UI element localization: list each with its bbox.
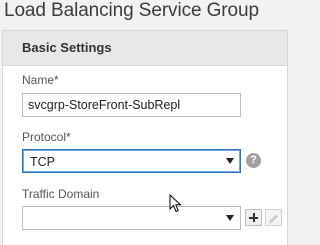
chevron-down-icon [226,215,234,221]
panel-title: Basic Settings [22,40,112,55]
protocol-selected-value: TCP [30,155,55,169]
name-input[interactable]: svcgrp-StoreFront-SubRepl [22,93,241,117]
help-icon[interactable]: ? [246,153,261,168]
protocol-label: Protocol* [22,130,71,144]
edit-traffic-domain-button[interactable] [265,209,282,226]
page-title: Load Balancing Service Group [4,0,259,21]
chevron-down-icon [226,158,234,164]
basic-settings-panel: Basic Settings Name* svcgrp-StoreFront-S… [2,30,288,245]
mouse-pointer-icon [169,194,182,213]
traffic-domain-select[interactable] [22,206,241,230]
panel-header: Basic Settings [3,31,287,66]
pencil-icon [269,214,278,224]
name-label: Name* [22,73,59,87]
add-traffic-domain-button[interactable] [245,209,262,226]
traffic-domain-label: Traffic Domain [22,187,100,201]
protocol-select[interactable]: TCP [22,149,241,173]
